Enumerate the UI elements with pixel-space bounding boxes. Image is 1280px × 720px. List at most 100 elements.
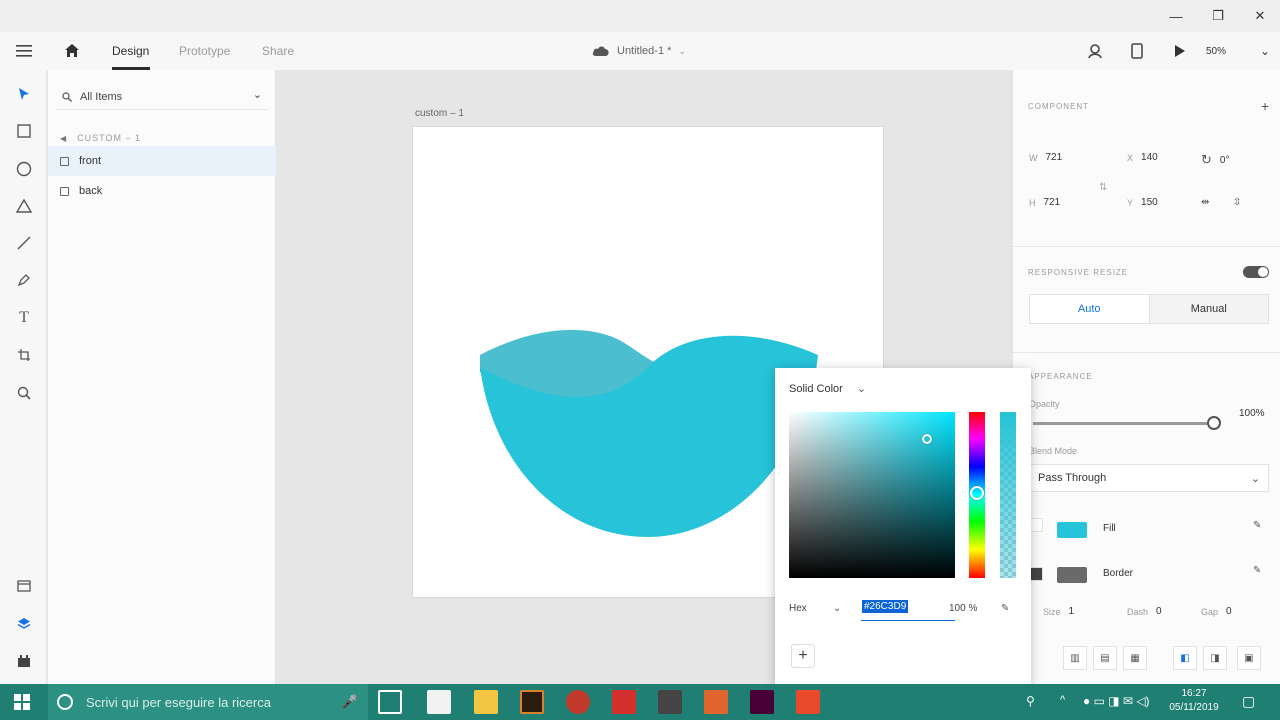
- layer-group-header[interactable]: ◀ CUSTOM – 1: [60, 128, 141, 148]
- layers-icon[interactable]: [12, 612, 36, 636]
- artboard-title[interactable]: custom – 1: [415, 108, 464, 119]
- fill-type-select[interactable]: Solid Color ⌄: [789, 382, 866, 396]
- tray-icons[interactable]: ● ▭ ◨ ✉ ◁): [1083, 694, 1150, 708]
- tab-design[interactable]: Design: [112, 32, 149, 70]
- border-inner-icon[interactable]: ▥: [1063, 646, 1087, 670]
- taskbar-clock[interactable]: 16:27 05/11/2019: [1166, 687, 1222, 715]
- zoom-tool-icon[interactable]: [12, 381, 36, 405]
- cloud-icon: [592, 46, 609, 56]
- windows-start-icon[interactable]: [14, 694, 30, 713]
- alpha-slider[interactable]: [1000, 412, 1016, 578]
- saturation-value-field[interactable]: [789, 412, 955, 578]
- blend-mode-label: Blend Mode: [1029, 446, 1077, 456]
- layer-item-back[interactable]: back: [48, 176, 276, 206]
- width-value: 721: [1045, 152, 1063, 163]
- layer-item-label: back: [79, 185, 103, 197]
- resize-auto-button[interactable]: Auto: [1030, 295, 1150, 323]
- join-round-icon[interactable]: ◨: [1203, 646, 1227, 670]
- hue-slider[interactable]: [969, 412, 985, 578]
- blend-mode-value: Pass Through: [1038, 472, 1107, 484]
- flip-vertical-icon[interactable]: ⇳: [1233, 197, 1241, 208]
- close-button[interactable]: ✕: [1248, 6, 1272, 26]
- border-size-field[interactable]: Size 1: [1043, 606, 1074, 617]
- plugins-icon[interactable]: [12, 649, 36, 673]
- border-dash-field[interactable]: Dash 0: [1127, 606, 1162, 617]
- width-field[interactable]: W 721: [1029, 152, 1062, 163]
- border-outer-icon[interactable]: ▦: [1123, 646, 1147, 670]
- file-explorer-icon[interactable]: [474, 690, 498, 714]
- maximize-button[interactable]: ❐: [1206, 6, 1230, 26]
- hue-handle[interactable]: [970, 486, 984, 500]
- rotation-field[interactable]: ↻ 0°: [1201, 152, 1229, 168]
- border-checkbox[interactable]: [1029, 567, 1043, 581]
- join-bevel-icon[interactable]: ▣: [1237, 646, 1261, 670]
- flip-horizontal-icon[interactable]: ⇹: [1201, 197, 1209, 208]
- zoom-level[interactable]: 50%: [1206, 32, 1226, 70]
- color-handle[interactable]: [922, 434, 932, 444]
- tab-prototype[interactable]: Prototype: [179, 32, 230, 70]
- app-icon[interactable]: [796, 690, 820, 714]
- chevron-down-icon[interactable]: ⌄: [833, 603, 841, 614]
- color-format-select[interactable]: Hex: [789, 603, 807, 614]
- height-field[interactable]: H 721: [1029, 197, 1060, 208]
- document-title[interactable]: Untitled-1 * ⌄: [592, 32, 686, 70]
- people-icon[interactable]: ⚲: [1026, 694, 1035, 708]
- app-icon[interactable]: [658, 690, 682, 714]
- tab-share[interactable]: Share: [262, 32, 294, 70]
- add-swatch-button[interactable]: +: [791, 644, 815, 668]
- resize-mode-switch: Auto Manual: [1029, 294, 1269, 324]
- opacity-slider-knob[interactable]: [1207, 416, 1221, 430]
- pen-tool-icon[interactable]: [12, 268, 36, 292]
- border-swatch[interactable]: [1057, 567, 1087, 583]
- lock-ratio-icon[interactable]: ⇅: [1099, 182, 1107, 193]
- responsive-resize-toggle[interactable]: [1243, 266, 1269, 278]
- opacity-slider-track[interactable]: [1033, 422, 1213, 425]
- border-center-icon[interactable]: ▤: [1093, 646, 1117, 670]
- minimize-button[interactable]: —: [1164, 6, 1188, 26]
- artboard-tool-icon[interactable]: [12, 343, 36, 367]
- menu-icon[interactable]: [16, 32, 32, 70]
- rectangle-tool-icon[interactable]: [12, 119, 36, 143]
- adobe-xd-icon[interactable]: [750, 690, 774, 714]
- layer-item-front[interactable]: front: [48, 146, 276, 176]
- zoom-chevron-icon[interactable]: ⌄: [1260, 32, 1270, 70]
- fill-checkbox[interactable]: [1029, 518, 1043, 532]
- user-icon[interactable]: [1087, 32, 1103, 70]
- eyedropper-icon[interactable]: ✎: [1253, 520, 1261, 531]
- color-opacity-input[interactable]: 100 %: [949, 603, 977, 614]
- device-preview-icon[interactable]: [1131, 32, 1143, 70]
- border-gap-field[interactable]: Gap 0: [1201, 606, 1232, 617]
- hex-input[interactable]: #26C3D9: [862, 600, 909, 613]
- x-field[interactable]: X 140: [1127, 152, 1158, 163]
- assets-icon[interactable]: [12, 574, 36, 598]
- text-tool-icon[interactable]: T: [12, 306, 36, 330]
- eyedropper-icon[interactable]: ✎: [1253, 565, 1261, 576]
- app-icon[interactable]: [704, 690, 728, 714]
- fill-swatch[interactable]: [1057, 522, 1087, 538]
- tray-chevron-icon[interactable]: ^: [1060, 694, 1065, 706]
- join-miter-icon[interactable]: ◧: [1173, 646, 1197, 670]
- y-field[interactable]: Y 150: [1127, 197, 1158, 208]
- app-icon[interactable]: [612, 690, 636, 714]
- resize-manual-button[interactable]: Manual: [1149, 295, 1268, 323]
- tool-bar: T: [0, 70, 47, 684]
- add-component-icon[interactable]: +: [1261, 98, 1269, 114]
- task-view-icon[interactable]: [378, 690, 402, 714]
- fill-type-value: Solid Color: [789, 382, 843, 395]
- browser-icon[interactable]: [566, 690, 590, 714]
- hex-input-row: Hex ⌄ #26C3D9 100 % ✎: [789, 598, 1017, 621]
- opacity-value[interactable]: 100%: [1239, 408, 1265, 419]
- home-icon[interactable]: [64, 32, 80, 70]
- ellipse-tool-icon[interactable]: [12, 157, 36, 181]
- taskbar-search[interactable]: Scrivi qui per eseguire la ricerca 🎤: [48, 684, 368, 720]
- eyedropper-icon[interactable]: ✎: [1001, 603, 1009, 614]
- layers-filter[interactable]: All Items ⌄: [56, 84, 268, 110]
- store-app-icon[interactable]: [427, 690, 451, 714]
- blend-mode-select[interactable]: Pass Through ⌄: [1029, 464, 1269, 492]
- select-tool-icon[interactable]: [12, 82, 36, 106]
- play-icon[interactable]: [1174, 32, 1186, 70]
- line-tool-icon[interactable]: [12, 231, 36, 255]
- notifications-icon[interactable]: ▢: [1242, 693, 1255, 710]
- polygon-tool-icon[interactable]: [12, 194, 36, 218]
- app-icon[interactable]: [520, 690, 544, 714]
